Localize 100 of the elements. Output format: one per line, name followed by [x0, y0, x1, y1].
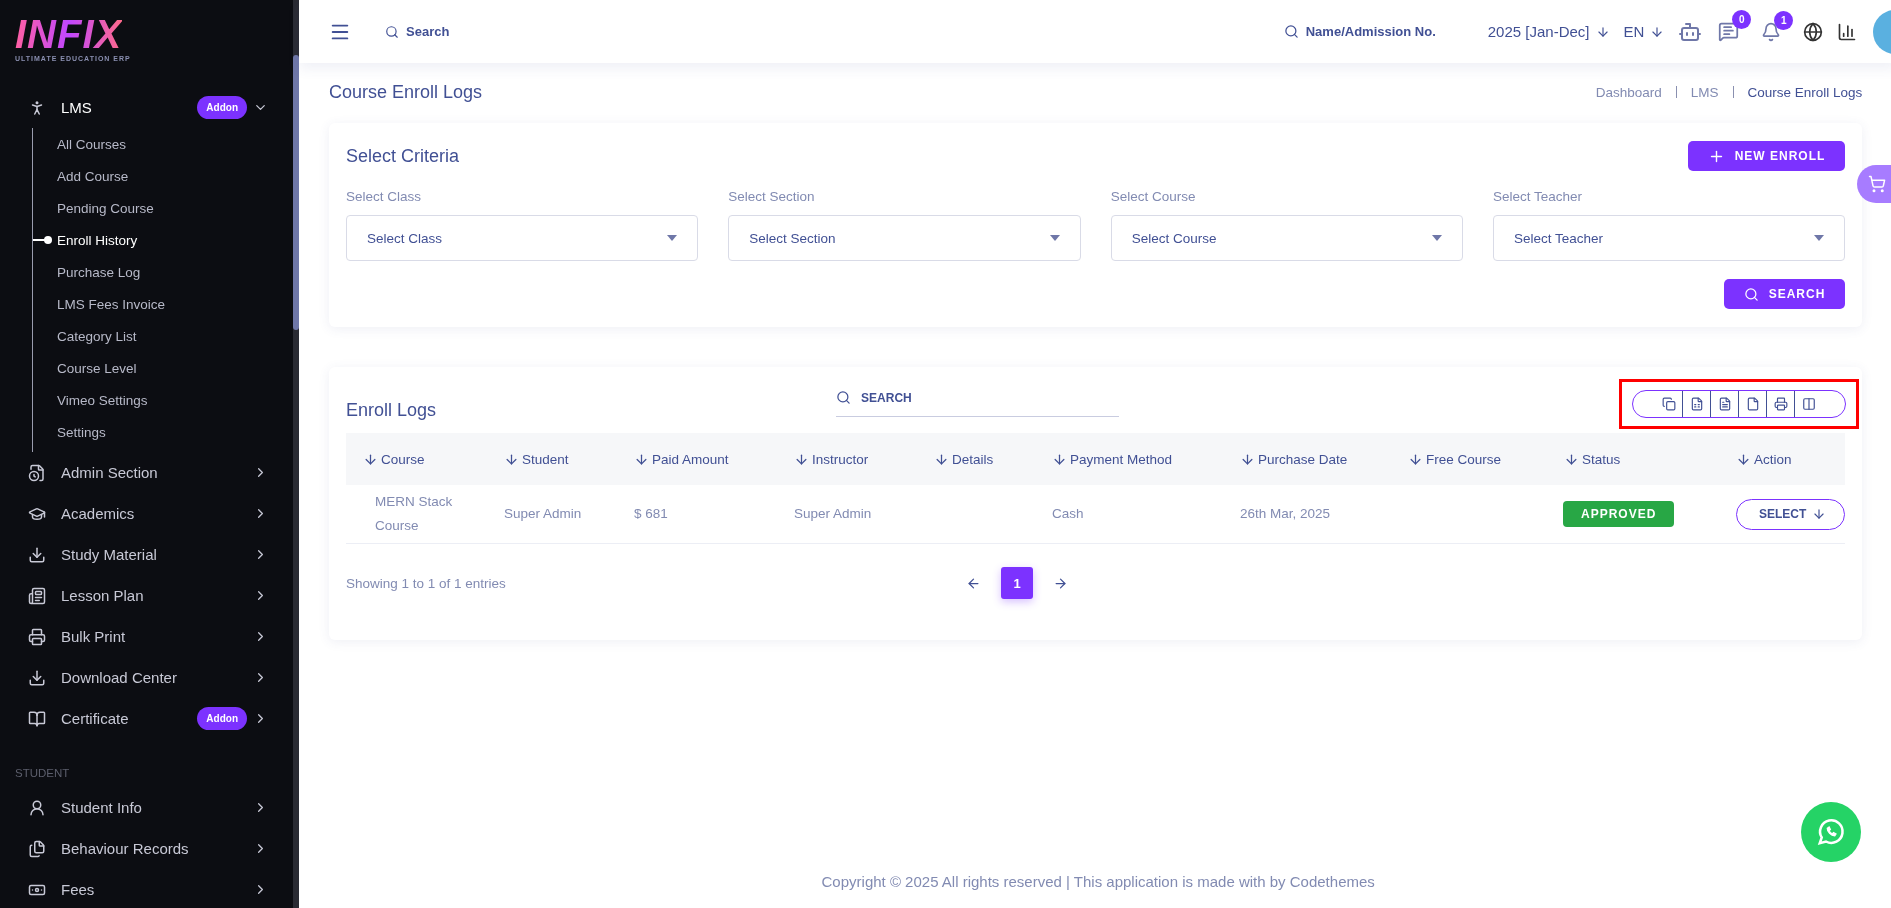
- menu-item-icon: [28, 545, 46, 564]
- submenu-item[interactable]: Add Course: [33, 160, 291, 192]
- table-cell-text: MERN Stack Course: [374, 493, 454, 535]
- column-header[interactable]: Purchase Date: [1223, 451, 1391, 467]
- sidebar-item-label: Behaviour Records: [61, 840, 190, 857]
- table-cell-text: $ 681: [633, 505, 669, 523]
- sidebar-item[interactable]: Behaviour Records: [0, 828, 291, 869]
- select-field[interactable]: Select Section: [728, 215, 1081, 261]
- session-selector[interactable]: 2025 [Jan-Dec]: [1487, 23, 1590, 40]
- status-badge: APPROVED: [1563, 501, 1675, 527]
- column-header[interactable]: Free Course: [1391, 451, 1547, 467]
- sidebar-item[interactable]: Academics: [0, 493, 291, 534]
- column-header[interactable]: Paid Amount: [617, 451, 777, 467]
- entries-info: Showing 1 to 1 of 1 entries: [346, 575, 507, 591]
- submenu-item[interactable]: Vimeo Settings: [33, 384, 291, 416]
- card-title: Select Criteria: [346, 145, 460, 167]
- table-cell-text: Super Admin: [503, 505, 583, 523]
- table-search-field[interactable]: SEARCH: [836, 379, 1120, 417]
- copy-icon: [1661, 397, 1676, 411]
- search-icon: [836, 390, 852, 405]
- column-header[interactable]: Course: [346, 451, 487, 467]
- field-label: Select Class: [346, 189, 423, 204]
- sidebar-item-label: Fees: [61, 881, 96, 898]
- menu-item-icon: [28, 709, 46, 728]
- menu-item-icon: [28, 586, 46, 605]
- globe-icon[interactable]: [1803, 21, 1824, 42]
- sidebar-section-heading: STUDENT: [14, 766, 71, 781]
- menu-item-icon: [28, 627, 46, 646]
- language-selector[interactable]: EN: [1623, 23, 1645, 40]
- sidebar-item-label: Study Material: [61, 546, 158, 563]
- column-header[interactable]: Details: [917, 451, 1035, 467]
- column-header[interactable]: Action: [1719, 451, 1846, 467]
- caret-icon: [1432, 235, 1442, 241]
- submenu-item[interactable]: LMS Fees Invoice: [33, 288, 291, 320]
- notification-count-badge: 1: [1774, 10, 1794, 30]
- submenu-item[interactable]: Enroll History: [33, 224, 291, 256]
- sort-arrow-icon: [1408, 451, 1423, 467]
- arrow-down-icon: [1595, 24, 1610, 39]
- caret-icon: [667, 235, 678, 241]
- select-field[interactable]: Select Course: [1110, 215, 1463, 261]
- new-enroll-button[interactable]: NEW ENROLL: [1687, 141, 1846, 171]
- sidebar-item-label: Academics: [61, 505, 136, 522]
- sort-arrow-icon: [1240, 451, 1255, 467]
- sort-arrow-icon: [794, 451, 809, 467]
- addon-badge: Addon: [197, 707, 247, 730]
- previous-page-button[interactable]: [966, 575, 981, 591]
- chat-icon[interactable]: [1718, 21, 1740, 42]
- cart-button[interactable]: [1857, 165, 1891, 203]
- sidebar-item-label: Admin Section: [61, 464, 159, 481]
- sidebar-item[interactable]: Student Info: [0, 787, 291, 828]
- message-count-badge: 0: [1732, 10, 1752, 29]
- column-header[interactable]: Payment Method: [1035, 451, 1223, 467]
- breadcrumb-link[interactable]: Dashboard: [1595, 84, 1662, 100]
- column-header[interactable]: Student: [487, 451, 617, 467]
- sidebar-item-label: Lesson Plan: [61, 587, 145, 604]
- submenu-item[interactable]: Settings: [33, 416, 291, 448]
- sidebar-item[interactable]: Fees: [0, 869, 291, 908]
- submenu-item[interactable]: All Courses: [33, 128, 291, 160]
- cart-icon: [1868, 175, 1887, 193]
- next-page-button[interactable]: [1053, 575, 1068, 591]
- submenu-item[interactable]: Purchase Log: [33, 256, 291, 288]
- menu-item-icon: [28, 668, 46, 687]
- sort-arrow-icon: [1052, 451, 1067, 467]
- sidebar-item[interactable]: Lesson Plan: [0, 575, 291, 616]
- select-field[interactable]: Select Teacher: [1493, 215, 1846, 261]
- notification-icon[interactable]: [1761, 21, 1782, 42]
- sort-arrow-icon: [934, 451, 949, 467]
- sidebar-item[interactable]: Bulk Print: [0, 616, 291, 657]
- sidebar-item[interactable]: Certificate Addon: [0, 698, 291, 739]
- sidebar-item[interactable]: LMS Addon: [0, 87, 291, 128]
- table-cell-text: 26th Mar, 2025: [1239, 505, 1332, 523]
- sort-arrow-icon: [1736, 451, 1751, 467]
- spreadsheet-icon: [1689, 397, 1704, 411]
- sort-arrow-icon: [634, 451, 649, 467]
- breadcrumb-link[interactable]: Course Enroll Logs: [1747, 84, 1863, 100]
- select-button[interactable]: SELECT: [1736, 498, 1846, 530]
- chart-icon[interactable]: [1837, 21, 1858, 42]
- student-search-field[interactable]: Name/Admission No.: [1283, 24, 1436, 39]
- footer-text: Copyright © 2025 All rights reserved | This application is made with by Codethemes: [820, 873, 1376, 892]
- submenu-item[interactable]: Pending Course: [33, 192, 291, 224]
- sidebar-item-label: Certificate: [61, 710, 130, 727]
- sidebar-item[interactable]: Admin Section: [0, 452, 291, 493]
- sidebar-item-label: Student Info: [61, 799, 143, 816]
- submenu-item[interactable]: Category List: [33, 320, 291, 352]
- print-icon: [1773, 397, 1788, 411]
- search-button[interactable]: SEARCH: [1723, 279, 1846, 309]
- chat-bubble-icon: [1816, 817, 1847, 847]
- sidebar-item[interactable]: Download Center: [0, 657, 291, 698]
- caret-icon: [1814, 235, 1825, 241]
- column-header[interactable]: Status: [1547, 451, 1719, 467]
- scrollbar-thumb[interactable]: [293, 55, 299, 330]
- sidebar-item-label: Download Center: [61, 669, 178, 686]
- field-label: Select Section: [728, 189, 816, 204]
- sidebar-item[interactable]: Study Material: [0, 534, 291, 575]
- column-header[interactable]: Instructor: [777, 451, 917, 467]
- submenu-item[interactable]: Course Level: [33, 352, 291, 384]
- page-button[interactable]: 1: [1001, 567, 1033, 599]
- search-field[interactable]: Search: [385, 24, 450, 39]
- page-title: Course Enroll Logs: [329, 81, 483, 103]
- select-field[interactable]: Select Class: [346, 215, 699, 261]
